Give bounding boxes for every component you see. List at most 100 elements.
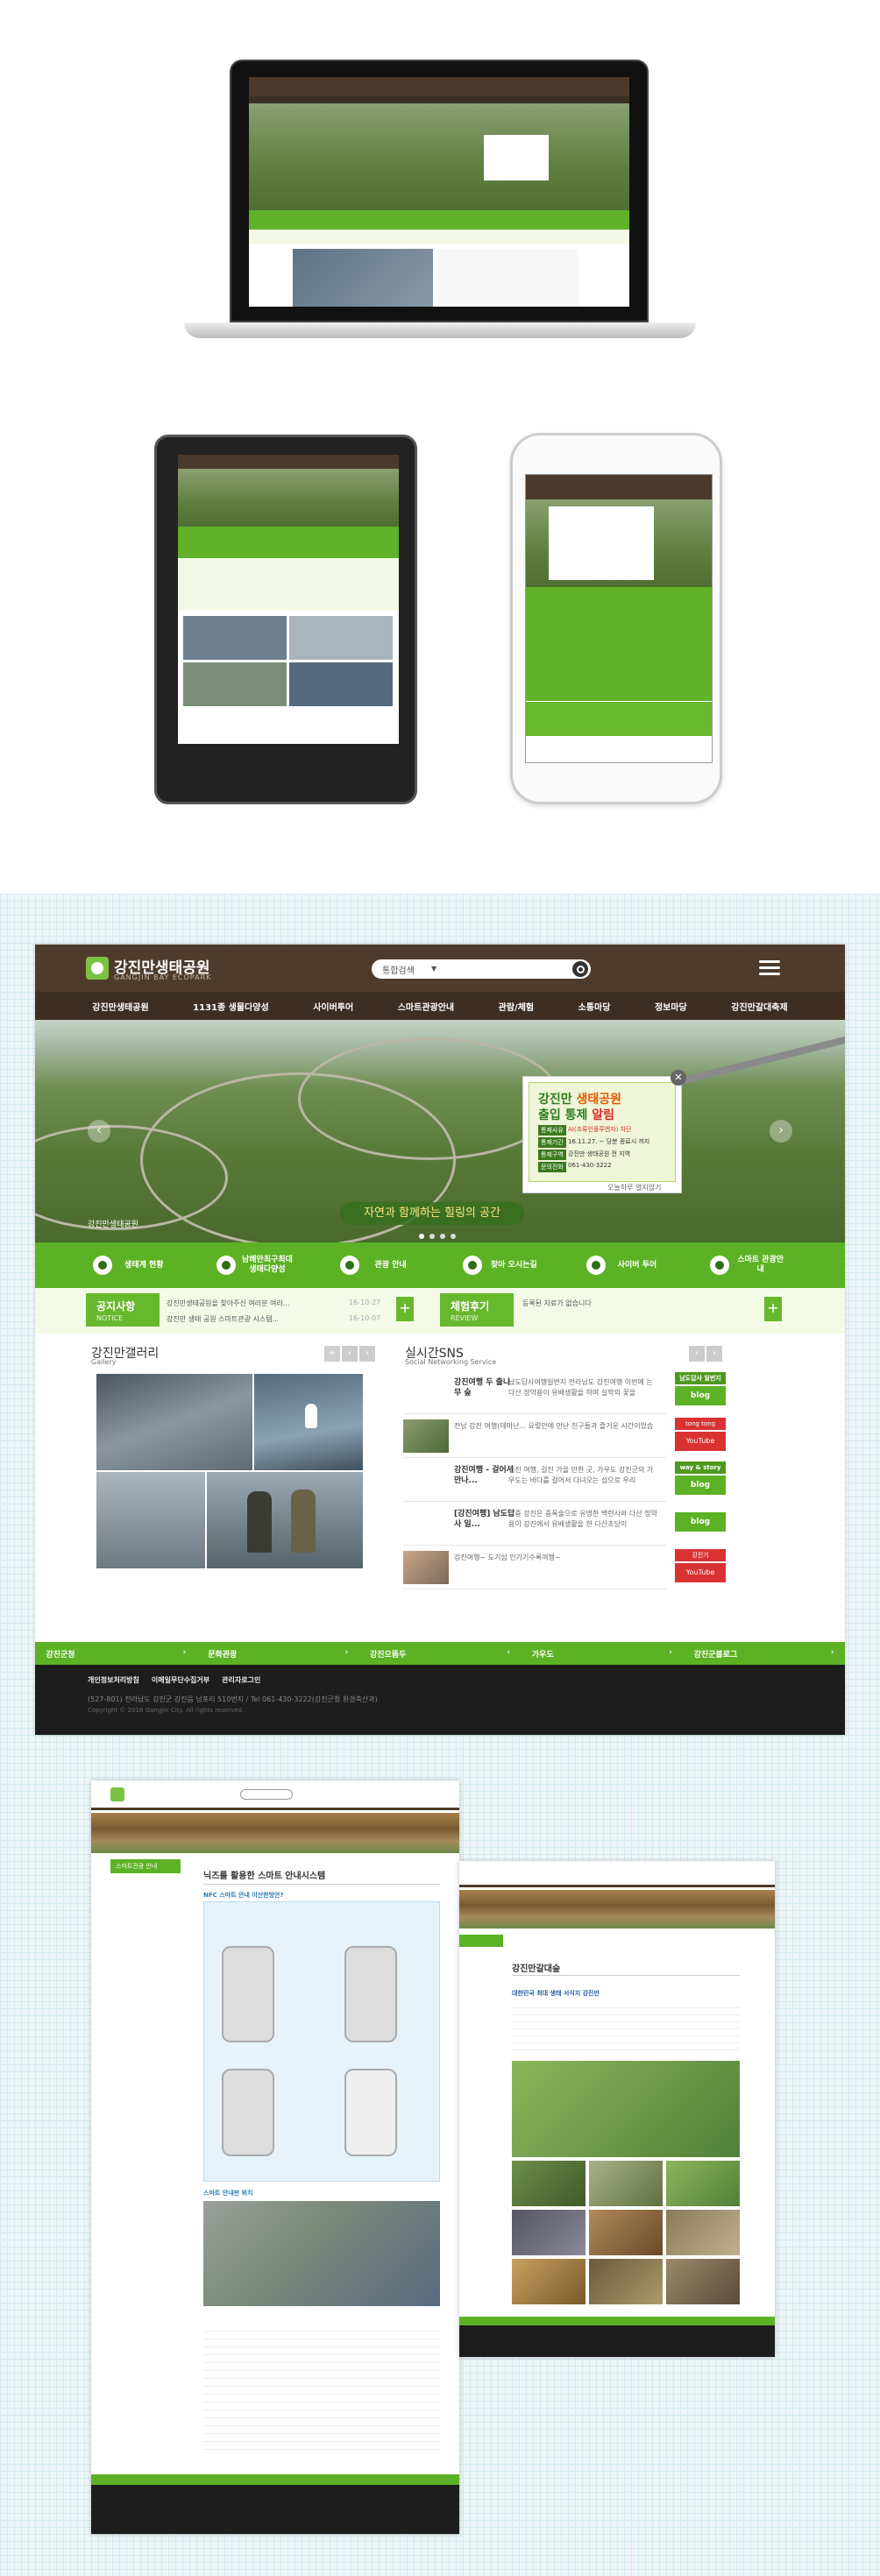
blog-badge[interactable]: blog: [675, 1512, 726, 1532]
map-image[interactable]: [203, 2201, 440, 2306]
logo-icon[interactable]: [86, 957, 109, 980]
nav-item[interactable]: 강진만생태공원: [92, 1000, 148, 1013]
section-heading: 스마트 안내판 위치: [203, 2190, 253, 2197]
ecosystem-icon: [93, 1256, 113, 1275]
nav-item[interactable]: 관람/체험: [499, 1000, 534, 1013]
photo[interactable]: [512, 2061, 740, 2157]
next-icon[interactable]: ›: [706, 1346, 722, 1362]
sns-item[interactable]: 강진여행 두 출나무 숲 남도답사여행일번지 전라남도 강진여행 이번에 는 다…: [403, 1370, 666, 1414]
footer-link[interactable]: 관리자로그인: [222, 1675, 260, 1685]
youtube-badge[interactable]: YouTube: [675, 1432, 726, 1451]
nav-item[interactable]: 사이버투어: [313, 1000, 353, 1013]
sns-item[interactable]: [강진여행] 남도답사 일... 그중 강진은 중폭술으로 유명한 백련사와 다…: [403, 1502, 666, 1546]
nav-item[interactable]: 스마트관광안내: [398, 1000, 454, 1013]
cyber-tour-icon: [585, 1256, 606, 1275]
slide-dot[interactable]: [419, 1234, 424, 1239]
sns-item[interactable]: 강진여행 - 걸어서 만나... 걸진 여행, 걸진 가을 만한 곳, 가우도 …: [403, 1458, 666, 1502]
review-more-button[interactable]: +: [764, 1297, 782, 1321]
family-link[interactable]: 강진군청 ›: [46, 1648, 186, 1660]
search-icon[interactable]: [572, 961, 588, 977]
footer-link[interactable]: 개인정보처리방침: [88, 1675, 139, 1685]
side-menu-title[interactable]: 스마트관광 안내: [110, 1859, 181, 1873]
search-box[interactable]: 통합검색 ▼: [372, 959, 591, 979]
subpage-smart-guide: 스마트관광 안내 닉즈를 활용한 스마트 안내시스템 NFC 스마트 안내 이산…: [91, 1780, 459, 2534]
gallery-add-button[interactable]: +: [324, 1346, 340, 1362]
hero-banner: 강진만 생태공원 출입 통제 알림 통제사유 AI(조류인플루엔자) 차단 통제…: [35, 1020, 845, 1242]
close-today-link[interactable]: 오늘하루 열지않기: [607, 1183, 661, 1192]
photo[interactable]: [589, 2259, 663, 2304]
subpage-banner: [459, 1890, 775, 1928]
family-link[interactable]: 강진군블로그 ›: [694, 1648, 834, 1660]
slide-dot[interactable]: [429, 1234, 435, 1239]
notice-section: 공지사항 NOTICE 강진만생태공원을 찾아주신 여러분 여러... 16-1…: [35, 1288, 440, 1334]
photo[interactable]: [666, 2161, 740, 2206]
photo[interactable]: [589, 2161, 663, 2206]
photo[interactable]: [512, 2161, 585, 2206]
nav-item[interactable]: 소통마당: [578, 1000, 611, 1013]
photo[interactable]: [512, 2259, 585, 2304]
nav-item[interactable]: 1131종 생물다양성: [193, 1000, 269, 1013]
logo-icon: [110, 1787, 124, 1801]
laptop-mockup: [230, 60, 649, 322]
notice-title: 공지사항: [96, 1300, 136, 1313]
notice-popup: 강진만 생태공원 출입 통제 알림 통제사유 AI(조류인플루엔자) 차단 통제…: [522, 1070, 686, 1193]
review-title: 체험후기: [451, 1300, 490, 1313]
notice-item[interactable]: 강진만생태공원을 찾아주신 여러분 여러...: [167, 1299, 289, 1308]
mini-header: [249, 77, 629, 96]
menu-icon[interactable]: [759, 960, 780, 976]
notice-item[interactable]: 강진만 생태 공원 스마트관광 시스템...: [167, 1314, 279, 1324]
sns-item[interactable]: 강진여행~ 도기섬 인기기수록여행~: [403, 1546, 666, 1589]
biodiversity-icon: [216, 1256, 236, 1275]
text-block: [512, 2001, 740, 2050]
gallery-photo[interactable]: [207, 1472, 363, 1568]
nav-item[interactable]: 강진만갈대축제: [731, 1000, 787, 1013]
phone-screen: [525, 474, 713, 763]
search-input[interactable]: [240, 1789, 293, 1800]
quick-item[interactable]: 사이버 투어: [585, 1256, 664, 1275]
photo[interactable]: [512, 2210, 585, 2255]
bridge: [668, 1030, 845, 1087]
family-link[interactable]: 가우도 ›: [532, 1648, 672, 1660]
quick-item[interactable]: 찾아 오시는길: [463, 1256, 540, 1275]
slide-dot[interactable]: [440, 1234, 445, 1239]
mini-hero: [249, 103, 629, 210]
photo[interactable]: [666, 2210, 740, 2255]
quick-item[interactable]: 관광 안내: [339, 1256, 417, 1275]
gallery-photo[interactable]: [254, 1374, 363, 1470]
quick-item[interactable]: 스마트 관광안내: [709, 1256, 787, 1275]
phone-guide-box: [203, 1901, 440, 2182]
slide-dot[interactable]: [451, 1234, 456, 1239]
page-title: 강진만갈대숲: [512, 1964, 561, 1974]
footer: [91, 2485, 459, 2534]
prev-icon[interactable]: ‹: [689, 1346, 705, 1362]
family-link[interactable]: 강진으뜸두 ›: [370, 1648, 510, 1660]
next-slide-icon[interactable]: ›: [770, 1120, 792, 1143]
footer-link[interactable]: 이메일무단수집거부: [152, 1675, 209, 1685]
photo[interactable]: [666, 2259, 740, 2304]
gallery-photo[interactable]: [96, 1472, 205, 1568]
sns-item[interactable]: 전남 강진 여행(데마난... 요렇안에 만난 친구들과 즐거운 시간이었습: [403, 1414, 666, 1458]
notice-more-button[interactable]: +: [396, 1297, 414, 1321]
family-link[interactable]: 문화관광 ›: [208, 1648, 348, 1660]
phone-illustration: [344, 1946, 397, 2042]
slide-dots: [419, 1234, 456, 1239]
blog-badge[interactable]: blog: [675, 1386, 726, 1405]
next-icon[interactable]: ›: [359, 1346, 375, 1362]
blog-badge[interactable]: blog: [675, 1476, 726, 1495]
search-scope[interactable]: 통합검색: [382, 963, 415, 976]
quick-item[interactable]: 생태계 현황: [93, 1256, 170, 1275]
footer-address: (527-801) 전라남도 강진군 강진읍 남포리 510번지 / Tel 0…: [88, 1695, 378, 1703]
subpage-reed-forest: 강진만갈대숲 대한민국 최대 생태 서식지 강진만: [459, 1861, 775, 2357]
family-links: [91, 2474, 459, 2485]
prev-icon[interactable]: ‹: [342, 1346, 358, 1362]
quick-item[interactable]: 남해안최구최대 생태다양성: [216, 1256, 294, 1275]
photo[interactable]: [589, 2210, 663, 2255]
prev-slide-icon[interactable]: ‹: [88, 1120, 110, 1143]
gallery-photo[interactable]: [96, 1374, 252, 1470]
chevron-down-icon[interactable]: ▼: [431, 965, 436, 973]
close-icon[interactable]: ✕: [671, 1070, 686, 1086]
page-title: 닉즈를 활용한 스마트 안내시스템: [203, 1872, 326, 1881]
nav-item[interactable]: 정보마당: [655, 1000, 687, 1013]
headline: 대한민국 최대 생태 서식지 강진만: [512, 1990, 600, 1997]
youtube-badge[interactable]: YouTube: [675, 1563, 726, 1582]
